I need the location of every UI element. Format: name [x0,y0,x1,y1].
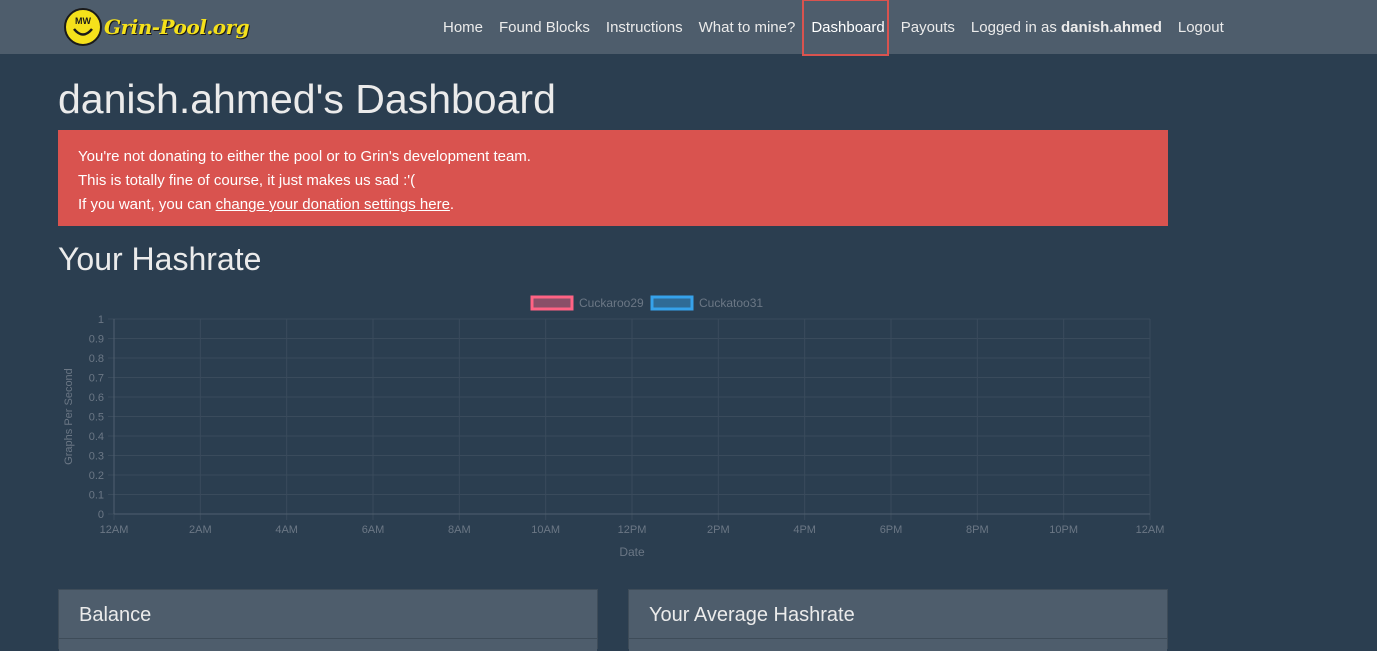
alert-line-3-suffix: . [449,196,455,213]
logged-in-username: danish.ahmed [1061,18,1162,36]
page-title: danish.ahmed's Dashboard [58,76,556,122]
nav-found-blocks[interactable]: Found Blocks [491,19,598,36]
y-axis-title: Graphs Per Second [63,368,75,465]
alert-line-2: This is totally fine of course, it just … [78,172,416,189]
navbar: MW Grin-Pool.org Home Found Blocks Instr… [0,0,1377,56]
x-tick-label: 10AM [531,524,560,536]
alert-line-3-prefix: If you want, you can [78,196,216,213]
nav-logout[interactable]: Logout [1170,19,1232,36]
logo-mw-text: MW [75,16,91,26]
brand-name: Grin-Pool.org [104,15,250,39]
balance-panel: Balance [58,589,598,651]
x-tick-label: 12PM [618,524,647,536]
donation-settings-link[interactable]: change your donation settings here [216,196,450,213]
nav-payouts[interactable]: Payouts [893,19,963,36]
nav-instructions[interactable]: Instructions [598,19,691,36]
legend-label-cuckatoo31: Cuckatoo31 [699,296,763,310]
x-tick-label: 2AM [189,524,212,536]
nav-logged-in[interactable]: Logged in as danish.ahmed [963,19,1170,36]
brand-link[interactable]: MW Grin-Pool.org [64,7,250,47]
y-tick-label: 0.1 [89,490,104,502]
y-tick-label: 0.9 [89,334,104,346]
y-tick-label: 0.7 [89,373,104,385]
balance-panel-title: Balance [59,590,597,639]
legend-label-cuckaroo29: Cuckaroo29 [579,296,644,310]
x-tick-label: 12AM [100,524,129,536]
legend-swatch-cuckatoo31 [650,295,694,311]
y-tick-label: 0.5 [89,412,104,424]
x-tick-label: 8AM [448,524,471,536]
legend-swatch-cuckaroo29 [530,295,574,311]
x-tick-label: 4PM [793,524,816,536]
nav-what-to-mine[interactable]: What to mine? [691,19,804,36]
y-tick-label: 0 [98,509,104,521]
y-tick-label: 0.6 [89,392,104,404]
x-tick-label: 6PM [880,524,903,536]
y-tick-label: 0.3 [89,451,104,463]
x-tick-label: 12AM [1136,524,1165,536]
y-tick-label: 0.2 [89,470,104,482]
x-tick-label: 2PM [707,524,730,536]
y-tick-label: 0.8 [89,353,104,365]
x-tick-label: 8PM [966,524,989,536]
average-hashrate-panel-title: Your Average Hashrate [629,590,1167,639]
nav-dashboard[interactable]: Dashboard [802,0,892,56]
hashrate-section-title: Your Hashrate [58,241,262,277]
logged-in-prefix: Logged in as [970,18,1061,36]
average-hashrate-panel: Your Average Hashrate [628,589,1168,651]
y-tick-label: 1 [98,314,104,326]
donation-alert: You're not donating to either the pool o… [58,130,1168,226]
nav-links: Home Found Blocks Instructions What to m… [435,0,1232,56]
x-tick-label: 6AM [362,524,385,536]
x-axis-title: Date [619,545,645,559]
nav-home[interactable]: Home [435,19,491,36]
x-tick-label: 4AM [275,524,298,536]
grin-smiley-logo-icon: MW [64,8,102,46]
alert-line-1: You're not donating to either the pool o… [78,148,531,165]
x-tick-label: 10PM [1049,524,1078,536]
hashrate-chart: 0 0.1 0.2 0.3 0.4 0.5 0.6 0.7 0.8 0.9 1 12AM 2AM 4AM 6… [63,295,1165,559]
alert-line-3: If you want, you can change your donatio… [78,193,1148,217]
y-tick-label: 0.4 [89,431,104,443]
